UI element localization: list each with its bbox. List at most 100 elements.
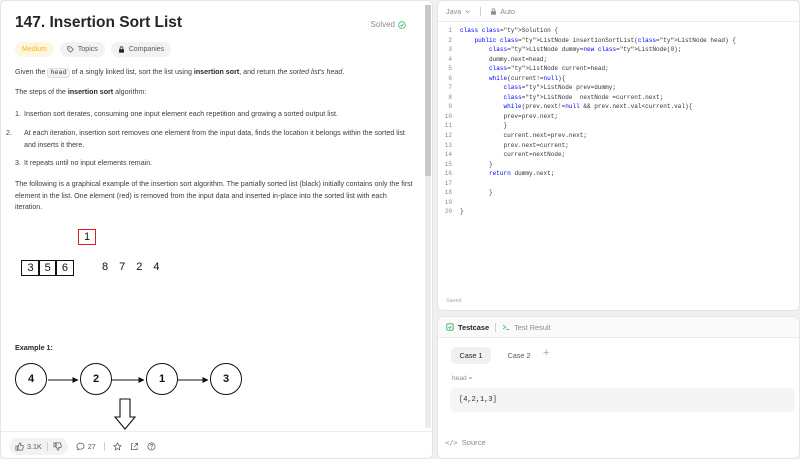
tab-test-result-label: Test Result (514, 322, 551, 332)
testcase-panel: Testcase Test Result Case 1 Case 2 + hea… (437, 316, 800, 459)
line-number: 12 (444, 132, 452, 140)
terminal-icon (503, 324, 510, 330)
graphical-paragraph: The following is a graphical example of … (15, 180, 413, 212)
share-button[interactable] (130, 442, 139, 451)
tab-test-result[interactable]: Test Result (502, 323, 551, 332)
share-icon (130, 442, 138, 450)
comments-button[interactable]: 27 (76, 442, 96, 451)
scrollbar-thumb[interactable] (425, 5, 431, 176)
like-button[interactable]: 3.1K (15, 442, 42, 451)
intro-bold: insertion sort (193, 68, 240, 76)
tab-testcase-label: Testcase (458, 322, 490, 332)
line-code: while(current!=null){ (489, 74, 566, 82)
code-line[interactable]: 18 } (438, 188, 736, 198)
sorted-list: 3 5 6 (21, 260, 75, 276)
line-number: 1 (448, 27, 452, 34)
list-node: 3 (210, 363, 242, 395)
checkbox-icon (446, 323, 454, 331)
testcase-tabs: Testcase Test Result (438, 317, 799, 338)
line-number: 11 (444, 122, 452, 130)
code-line[interactable]: 16 return dummy.next; (438, 169, 736, 179)
topics-button[interactable]: Topics (59, 42, 105, 57)
line-code: return dummy.next; (489, 170, 555, 178)
code-line[interactable]: 17 (438, 179, 736, 189)
code-line[interactable]: 3 class="ty">ListNode dummy=new class="t… (438, 45, 736, 55)
param-label: head = (452, 375, 473, 382)
current-element-box: 1 (78, 229, 96, 245)
list-node: 4 (15, 363, 47, 395)
line-code: while(prev.next!=null && prev.next.val<c… (503, 103, 693, 111)
sorted-cell: 6 (55, 260, 75, 276)
case-1-tab[interactable]: Case 1 (451, 347, 491, 364)
code-line[interactable]: 1 class class="ty">Solution { (438, 26, 736, 36)
help-button[interactable] (147, 442, 156, 451)
code-line[interactable]: 11 } (438, 121, 736, 131)
likes-count: 3.1K (27, 441, 42, 451)
tag-row: Medium Topics Companies (15, 42, 172, 57)
intro-text-3: , and return (239, 68, 278, 76)
code-line[interactable]: 9 while(prev.next!=null && prev.next.val… (438, 102, 736, 112)
code-line[interactable]: 4 dummy.next=head; (438, 55, 736, 65)
favorite-button[interactable] (112, 441, 122, 451)
code-line[interactable]: 12 current.next=prev.next; (438, 131, 736, 141)
line-number: 14 (444, 151, 452, 159)
thumbs-up-icon (15, 442, 24, 450)
code-line[interactable]: 19 (438, 198, 736, 208)
code-line[interactable]: 10 prev=prev.next; (438, 112, 736, 122)
chevron-down-icon (465, 9, 471, 13)
code-line[interactable]: 14 current=nextNode; (438, 150, 736, 160)
unsorted-item: 8 (102, 261, 109, 273)
line-number: 5 (448, 65, 452, 73)
comment-icon (76, 442, 85, 451)
auto-mode-toggle[interactable]: Auto (490, 7, 515, 16)
line-code: } (460, 208, 464, 216)
line-number: 15 (444, 160, 452, 168)
check-circle-icon (398, 20, 406, 29)
param-value-input[interactable]: [4,2,1,3] (450, 388, 795, 412)
tab-testcase[interactable]: Testcase (446, 323, 489, 332)
tag-icon (67, 46, 74, 53)
intro-italic: the sorted list's head (277, 68, 343, 76)
unsorted-item: 4 (153, 261, 160, 273)
line-code: class class="ty">Solution { (460, 27, 559, 34)
line-number: 10 (444, 112, 452, 120)
code-line[interactable]: 6 while(current!=null){ (438, 74, 736, 84)
step-text: Insertion sort iterates, consuming one i… (24, 110, 338, 118)
companies-button[interactable]: Companies (110, 42, 172, 57)
add-case-button[interactable]: + (543, 347, 549, 359)
line-number: 17 (444, 179, 452, 187)
language-select[interactable]: Java (446, 7, 471, 16)
auto-label: Auto (500, 6, 515, 16)
line-number: 18 (444, 189, 452, 197)
line-code: class="ty">ListNode prev=dummy; (503, 84, 617, 92)
line-code: prev=prev.next; (460, 112, 558, 120)
intro-paragraph: Given the head of a singly linked list, … (15, 67, 413, 80)
code-line[interactable]: 2 public class="ty">ListNode insertionSo… (438, 36, 735, 46)
unsorted-item: 2 (136, 261, 143, 273)
dislike-button[interactable] (53, 442, 62, 451)
comments-count: 27 (87, 441, 96, 451)
linked-list-arrows (48, 377, 209, 430)
code-line[interactable]: 7 class="ty">ListNode prev=dummy; (438, 83, 736, 93)
code-line[interactable]: 8 class="ty">ListNode nextNode =current.… (438, 93, 736, 103)
steps-text-2: algorithm: (113, 88, 147, 96)
language-label: Java (446, 6, 462, 16)
code-line[interactable]: 20} (438, 207, 736, 217)
code-line[interactable]: 13 prev.next=current; (438, 141, 736, 151)
line-number: 3 (448, 46, 452, 54)
line-number: 8 (448, 93, 452, 101)
description-footer: 3.1K 27 (1, 431, 432, 458)
code-line[interactable]: 5 class="ty">ListNode current=head; (438, 64, 736, 74)
description-content: 147. Insertion Sort List Solved Medium T… (1, 1, 424, 431)
source-toggle[interactable]: </> Source (445, 438, 486, 447)
difficulty-badge[interactable]: Medium (15, 42, 54, 57)
case-2-tab[interactable]: Case 2 (499, 347, 539, 364)
line-number: 6 (448, 74, 452, 82)
footer-divider (103, 441, 105, 451)
step-item: 3. It repeats until no input elements rem… (15, 158, 407, 170)
code-line[interactable]: 15 } (438, 160, 736, 170)
description-scrollbar[interactable] (425, 5, 431, 428)
code-area[interactable]: 1 class class="ty">Solution { 2 public cla… (438, 26, 736, 217)
line-number: 20 (444, 208, 452, 216)
step-item: 2. At each iteration, insertion sort remo… (6, 128, 407, 151)
